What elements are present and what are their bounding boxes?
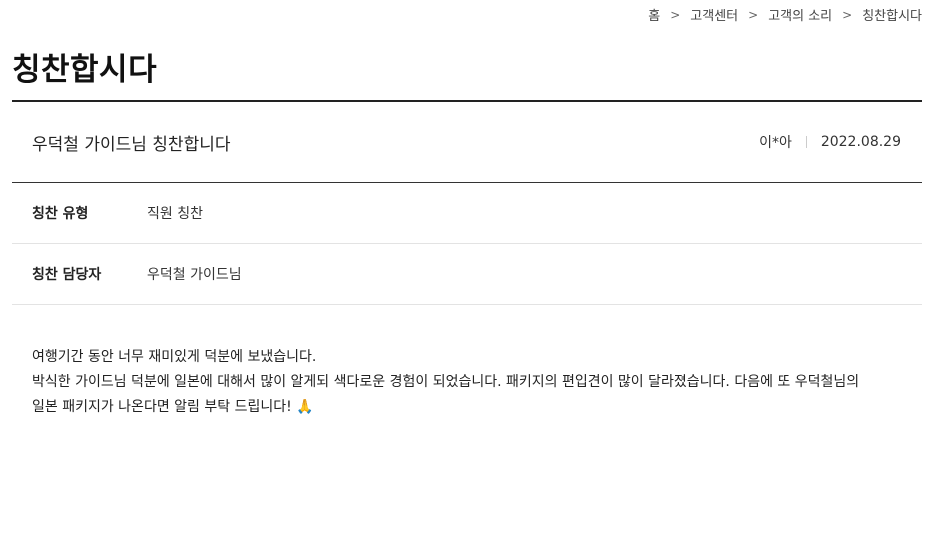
breadcrumb-voice-of-customer[interactable]: 고객의 소리 [768,5,832,24]
breadcrumb-home[interactable]: 홈 [648,5,660,24]
row-divider [12,304,922,305]
compliment-staff-value: 우덕철 가이드님 [147,267,242,283]
post-body-line: 일본 패키지가 나온다면 알림 부탁 드립니다! 🙏 [32,399,314,415]
post-author: 이*아 [759,135,792,151]
post-header: 우덕철 가이드님 칭찬합니다 이*아 2022.08.29 [12,102,922,182]
info-row-staff: 칭찬 담당자 우덕철 가이드님 [12,244,922,304]
breadcrumb-customer-center[interactable]: 고객센터 [690,5,738,24]
page-title: 칭찬합시다 [12,52,158,88]
info-row-type: 칭찬 유형 직원 칭찬 [12,183,922,243]
post-body-line: 박식한 가이드님 덕분에 일본에 대해서 많이 알게되 색다로운 경험이 되었습… [32,374,860,390]
meta-divider [805,136,807,148]
compliment-staff-label: 칭찬 담당자 [32,267,102,283]
post-date: 2022.08.29 [820,134,901,150]
post-body: 여행기간 동안 너무 재미있게 덕분에 보냈습니다. 박식한 가이드님 덕분에 … [32,345,912,420]
post-meta: 이*아 2022.08.29 [759,132,922,152]
breadcrumb: 홈 > 고객센터 > 고객의 소리 > 칭찬합시다 [648,5,922,25]
breadcrumb-separator: > [670,7,681,22]
post-title: 우덕철 가이드님 칭찬합니다 [32,134,231,155]
breadcrumb-separator: > [748,7,759,22]
breadcrumb-compliments[interactable]: 칭찬합시다 [862,5,922,24]
page: 홈 > 고객센터 > 고객의 소리 > 칭찬합시다 칭찬합시다 우덕철 가이드님… [0,0,943,542]
breadcrumb-separator: > [842,7,853,22]
compliment-type-value: 직원 칭찬 [147,206,203,222]
compliment-type-label: 칭찬 유형 [32,206,89,222]
post-body-line: 여행기간 동안 너무 재미있게 덕분에 보냈습니다. [32,349,317,365]
